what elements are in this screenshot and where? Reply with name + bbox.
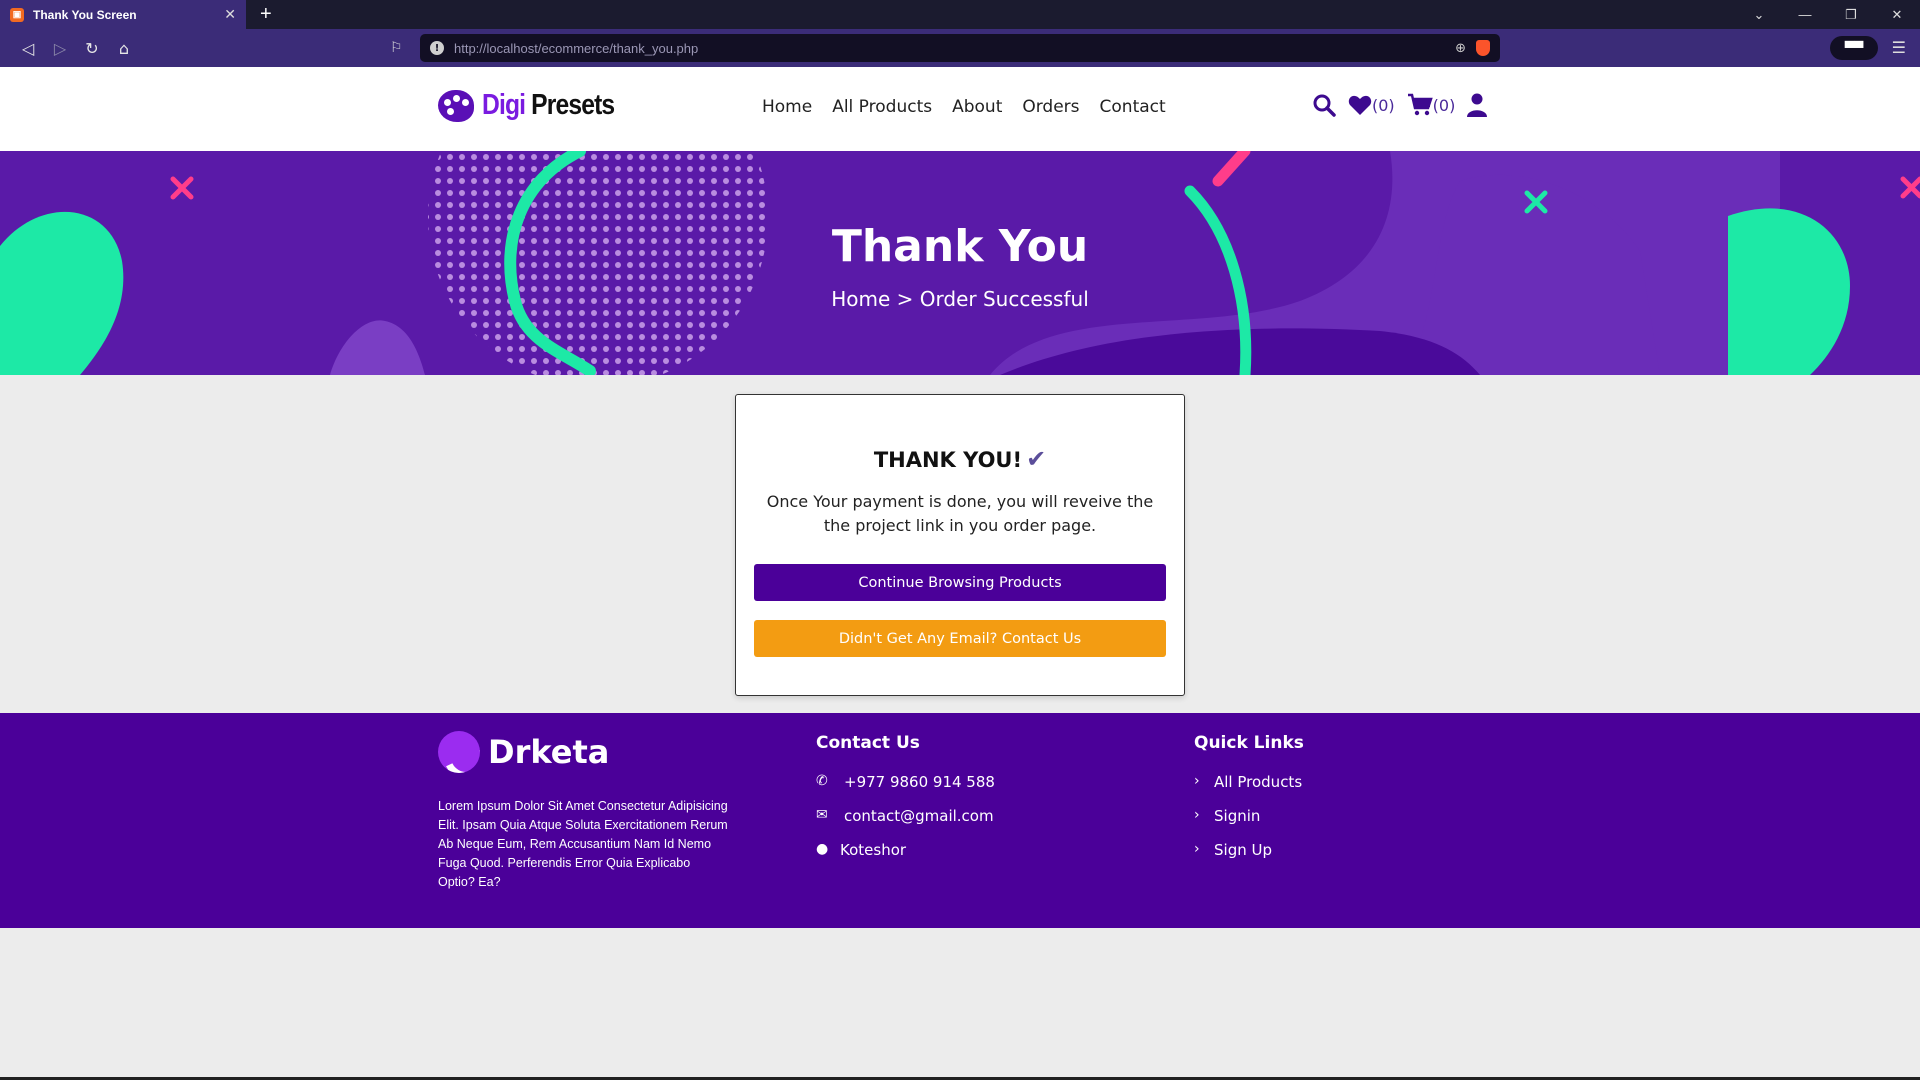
card-title-text: THANK YOU! — [873, 448, 1023, 472]
tab-title: Thank You Screen — [33, 7, 137, 22]
site-logo[interactable]: Digi Presets — [438, 89, 638, 122]
site-footer: Drketa Lorem Ipsum Dolor Sit Amet Consec… — [0, 713, 1920, 928]
home-icon[interactable]: ⌂ — [108, 39, 140, 58]
heart-icon[interactable] — [1348, 94, 1372, 116]
window-controls: ⌄ — ❐ ✕ — [1736, 0, 1920, 29]
cart-icon[interactable] — [1407, 93, 1433, 117]
site-header: Digi Presets Home All Products About Ord… — [0, 67, 1920, 151]
close-window-button[interactable]: ✕ — [1874, 7, 1920, 23]
thank-you-card: THANK YOU! ✔ Once Your payment is done, y… — [735, 394, 1185, 696]
site-favicon-icon: ▣ — [10, 7, 24, 22]
wishlist-count[interactable]: (0) — [1372, 96, 1395, 115]
quick-link-signup[interactable]: › Sign Up — [1194, 841, 1302, 875]
browser-toolbar: ◁ ▷ ↻ ⌂ ⚐ ! http://localhost/ecommerce/t… — [0, 29, 1920, 67]
nav-home[interactable]: Home — [762, 97, 812, 117]
quick-link-all-products[interactable]: › All Products — [1194, 773, 1302, 807]
browser-tab[interactable]: ▣ Thank You Screen ✕ — [0, 0, 246, 29]
nav-contact[interactable]: Contact — [1100, 97, 1166, 117]
restore-button[interactable]: ❐ — [1828, 7, 1874, 23]
envelope-icon: ✉ — [816, 807, 828, 823]
quick-links-heading: Quick Links — [1194, 733, 1304, 753]
brave-shield-icon[interactable] — [1476, 40, 1490, 56]
contact-email[interactable]: ✉ contact@gmail.com — [816, 807, 995, 841]
chevron-right-icon: › — [1194, 841, 1200, 857]
footer-about: Lorem Ipsum Dolor Sit Amet Consectetur A… — [438, 799, 728, 889]
user-icon[interactable] — [1467, 93, 1488, 117]
url-text[interactable]: http://localhost/ecommerce/thank_you.php — [454, 41, 1455, 56]
palette-icon — [438, 89, 474, 122]
chevron-right-icon: › — [1194, 807, 1200, 823]
zoom-icon[interactable]: ⊕ — [1455, 41, 1466, 56]
reload-icon[interactable]: ↻ — [76, 39, 108, 58]
cart-count[interactable]: (0) — [1433, 96, 1456, 115]
quick-link-signin[interactable]: › Signin — [1194, 807, 1302, 841]
footer-logo[interactable]: Drketa — [438, 731, 609, 773]
tab-list-chevron-icon[interactable]: ⌄ — [1736, 7, 1782, 23]
search-icon[interactable] — [1312, 93, 1336, 117]
contact-us-button[interactable]: Didn't Get Any Email? Contact Us — [754, 620, 1166, 657]
browser-menu-icon[interactable]: ☰ — [1892, 38, 1906, 57]
brand-name: Digi Presets — [482, 89, 615, 121]
minimize-button[interactable]: — — [1782, 7, 1828, 22]
tab-close-icon[interactable]: ✕ — [224, 6, 236, 23]
breadcrumb: Home > Order Successful — [831, 287, 1089, 311]
main-content: THANK YOU! ✔ Once Your payment is done, y… — [0, 375, 1920, 713]
drketa-logo-icon — [438, 731, 480, 773]
footer-brand: Drketa — [488, 733, 610, 771]
phone-icon: ✆ — [816, 773, 828, 789]
bookmark-icon[interactable]: ⚐ — [390, 40, 403, 56]
card-title: THANK YOU! ✔ — [736, 445, 1184, 473]
chevron-right-icon: › — [1194, 773, 1200, 789]
contact-location: ● Koteshor — [816, 841, 907, 859]
new-tab-button[interactable]: + — [260, 3, 272, 26]
card-message: Once Your payment is done, you will reve… — [766, 492, 1154, 535]
page-title: Thank You — [831, 221, 1089, 272]
address-bar[interactable]: ! http://localhost/ecommerce/thank_you.p… — [420, 34, 1500, 62]
quick-links-list: › All Products › Signin › Sign Up — [1194, 773, 1302, 875]
check-icon: ✔ — [1026, 445, 1047, 473]
continue-browsing-button[interactable]: Continue Browsing Products — [754, 564, 1166, 601]
nav-orders[interactable]: Orders — [1022, 97, 1079, 117]
header-actions: (0) (0) — [1312, 93, 1488, 117]
nav-all-products[interactable]: All Products — [832, 97, 932, 117]
page-banner: Thank You Home > Order Successful — [0, 151, 1920, 375]
extension-glasses-icon[interactable]: ▀▀ — [1830, 36, 1878, 60]
browser-tabbar: ▣ Thank You Screen ✕ + ⌄ — ❐ ✕ — [0, 0, 1920, 29]
contact-heading: Contact Us — [816, 733, 920, 753]
page-bottom-area — [0, 928, 1920, 1080]
site-info-icon[interactable]: ! — [430, 41, 444, 55]
back-icon[interactable]: ◁ — [12, 39, 44, 58]
contact-phone[interactable]: ✆ +977 9860 914 588 — [816, 773, 995, 807]
nav-about[interactable]: About — [952, 97, 1002, 117]
main-nav: Home All Products About Orders Contact — [762, 97, 1186, 117]
map-pin-icon: ● — [816, 841, 829, 857]
contact-list: ✆ +977 9860 914 588 ✉ contact@gmail.com ● K… — [816, 773, 995, 875]
forward-icon[interactable]: ▷ — [44, 39, 76, 58]
